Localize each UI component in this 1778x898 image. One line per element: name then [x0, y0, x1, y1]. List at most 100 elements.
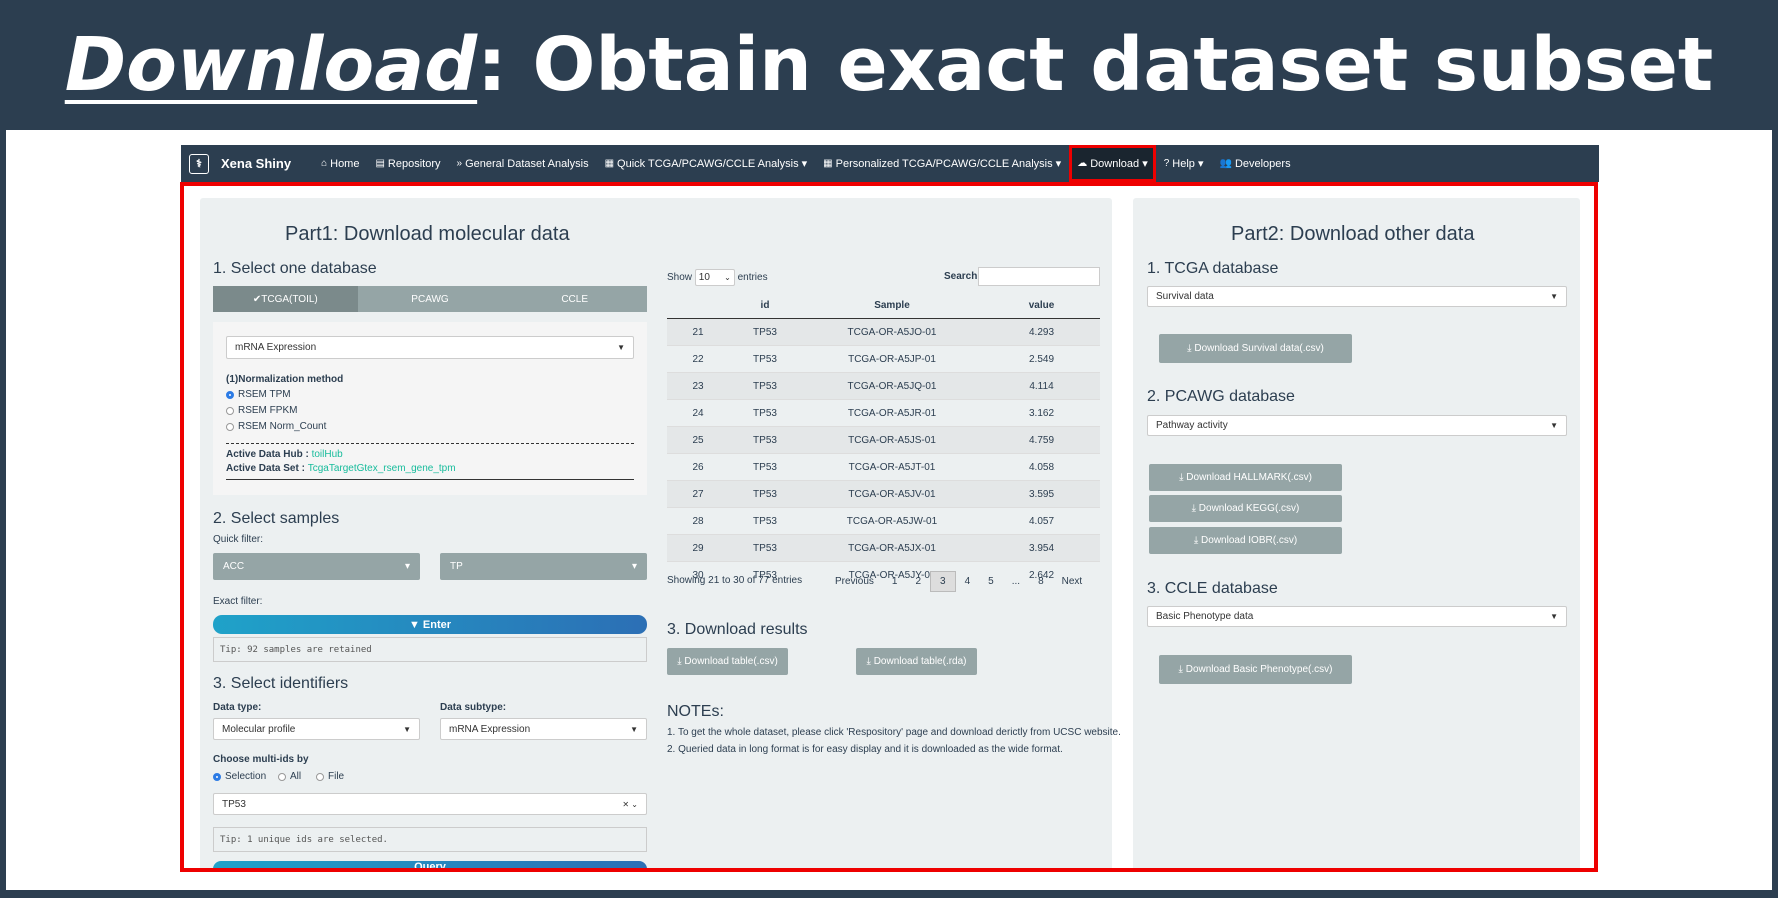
page-link[interactable]: Previous: [826, 576, 883, 587]
double-chevron-icon: »: [456, 158, 463, 169]
page-link[interactable]: 3: [930, 571, 956, 592]
table-row: 21 TP53 TCGA-OR-A5JO-01 4.293: [667, 318, 1100, 346]
ids-tip: Tip: 1 unique ids are selected.: [213, 827, 647, 852]
radio-selection[interactable]: Selection: [213, 771, 266, 782]
page-link[interactable]: 5: [979, 576, 1003, 587]
tcga-title: 1. TCGA database: [1147, 260, 1279, 277]
download-icon: ⤓: [1193, 535, 1199, 546]
radio-all[interactable]: All: [278, 771, 301, 782]
nav-download-label: Download ▾: [1090, 158, 1148, 170]
radio-rsem-tpm[interactable]: RSEM TPM: [226, 389, 291, 400]
nav-developers[interactable]: 👥 Developers: [1211, 145, 1298, 182]
nav-download[interactable]: ☁ Download ▾: [1069, 145, 1156, 182]
nav-home[interactable]: ⌂ Home: [313, 145, 367, 182]
filter-sample-type-value: TP: [450, 561, 463, 572]
tab-ccle[interactable]: CCLE: [502, 286, 647, 312]
page-link[interactable]: 8: [1029, 576, 1053, 587]
pcawg-select[interactable]: Pathway activity ▼: [1147, 415, 1567, 436]
identifier-data-subtype-select[interactable]: mRNA Expression ▼: [440, 718, 647, 740]
results-title: 3. Download results: [667, 621, 808, 638]
query-button[interactable]: Query: [213, 861, 647, 869]
download-rda-label: Download table(.rda): [873, 656, 967, 667]
page-link[interactable]: 1: [883, 576, 907, 587]
download-phenotype-button[interactable]: ⤓ Download Basic Phenotype(.csv): [1159, 655, 1352, 684]
slide-title-emphasis: Download: [64, 22, 478, 108]
column-header-value[interactable]: value: [983, 292, 1100, 319]
caret-down-icon: ▼: [630, 724, 638, 734]
radio-file[interactable]: File: [316, 771, 344, 782]
download-rda-button[interactable]: ⤓ Download table(.rda): [856, 648, 977, 675]
active-set-link[interactable]: TcgaTargetGtex_rsem_gene_tpm: [308, 463, 456, 474]
download-survival-button[interactable]: ⤓ Download Survival data(.csv): [1159, 334, 1352, 363]
page-link[interactable]: Next: [1053, 576, 1092, 587]
navbar-brand[interactable]: ⚕ Xena Shiny: [189, 153, 291, 174]
tab-tcga[interactable]: ✔TCGA(TOIL): [213, 286, 358, 312]
nav-help[interactable]: ? Help ▾: [1156, 145, 1212, 182]
download-kegg-button[interactable]: ⤓ Download KEGG(.csv): [1149, 495, 1342, 522]
chevron-down-icon: ⌄: [724, 273, 731, 282]
table-row: 28 TP53 TCGA-OR-A5JW-01 4.057: [667, 507, 1100, 535]
download-iobr-button[interactable]: ⤓ Download IOBR(.csv): [1149, 527, 1342, 554]
entries-select[interactable]: 10 ⌄: [694, 269, 735, 286]
column-header-id[interactable]: id: [729, 292, 801, 319]
filter-icon: ▼: [408, 618, 420, 631]
identifier-select-value: TP53: [222, 798, 246, 810]
download-survival-label: Download Survival data(.csv): [1194, 343, 1324, 354]
nav-general-analysis[interactable]: » General Dataset Analysis: [449, 145, 597, 182]
radio-checked-icon: [226, 390, 234, 399]
enter-button[interactable]: ▼ Enter: [213, 615, 647, 634]
nav-personalized-analysis[interactable]: ▦ Personalized TCGA/PCAWG/CCLE Analysis ▾: [815, 145, 1069, 182]
caret-down-icon: ▾: [404, 561, 410, 572]
download-kegg-label: Download KEGG(.csv): [1198, 503, 1300, 514]
caret-down-icon: ▼: [1550, 612, 1558, 621]
radio-label: All: [290, 771, 302, 782]
radio-rsem-fpkm[interactable]: RSEM FPKM: [226, 405, 297, 416]
radio-checked-icon: [213, 772, 221, 781]
ccle-select[interactable]: Basic Phenotype data ▼: [1147, 606, 1567, 627]
page-link[interactable]: ...: [1003, 576, 1029, 587]
table-cell: TP53: [729, 345, 801, 373]
table-cell: 4.293: [983, 318, 1100, 346]
radio-rsem-norm-count[interactable]: RSEM Norm_Count: [226, 421, 326, 432]
download-phenotype-label: Download Basic Phenotype(.csv): [1185, 664, 1333, 675]
download-hallmark-button[interactable]: ⤓ Download HALLMARK(.csv): [1149, 464, 1342, 491]
section3-title: 3. Select identifiers: [213, 675, 349, 692]
users-icon: 👥: [1219, 158, 1232, 169]
note-2: 2. Queried data in long format is for ea…: [667, 744, 1063, 755]
page-link[interactable]: 4: [956, 576, 980, 587]
slide-title: Download: Obtain exact dataset subset: [0, 0, 1778, 130]
tab-pcawg[interactable]: PCAWG: [358, 286, 503, 312]
search-input[interactable]: [978, 267, 1100, 286]
tcga-select[interactable]: Survival data ▼: [1147, 286, 1567, 307]
table-cell: 3.595: [983, 480, 1100, 508]
page-link[interactable]: 2: [906, 576, 930, 587]
identifier-select[interactable]: TP53 ✕ ⌄: [213, 793, 647, 815]
active-hub-link[interactable]: toilHub: [312, 449, 343, 460]
table-row: 23 TP53 TCGA-OR-A5JQ-01 4.114: [667, 372, 1100, 400]
table-cell: 2.549: [983, 345, 1100, 373]
table-cell: 22: [667, 345, 729, 373]
table-cell: TP53: [729, 453, 801, 481]
nav-repository[interactable]: ▤ Repository: [367, 145, 448, 182]
section1-title: 1. Select one database: [213, 260, 377, 277]
nav-quick-analysis[interactable]: ▦ Quick TCGA/PCAWG/CCLE Analysis ▾: [597, 145, 816, 182]
filter-cancer-value: ACC: [223, 561, 245, 572]
identifier-data-type-select[interactable]: Molecular profile ▼: [213, 718, 420, 740]
table-cell: TCGA-OR-A5JP-01: [801, 345, 983, 373]
filter-sample-type-select[interactable]: TP ▾: [440, 553, 647, 580]
table-cell: TP53: [729, 507, 801, 535]
samples-tip: Tip: 92 samples are retained: [213, 637, 647, 662]
table-cell: TCGA-OR-A5JT-01: [801, 453, 983, 481]
table-cell: TCGA-OR-A5JO-01: [801, 318, 983, 346]
part2-title: Part2: Download other data: [1231, 223, 1475, 245]
filter-cancer-select[interactable]: ACC ▾: [213, 553, 420, 580]
active-set-label: Active Data Set :: [226, 463, 305, 474]
clear-and-chevron-icon[interactable]: ✕ ⌄: [622, 800, 638, 809]
download-icon: ⤓: [1191, 503, 1197, 514]
solid-divider: [226, 479, 634, 480]
data-type-select[interactable]: mRNA Expression ▼: [226, 336, 634, 359]
identifier-data-subtype-value: mRNA Expression: [449, 723, 531, 735]
data-type-select-value: mRNA Expression: [235, 342, 317, 353]
download-csv-button[interactable]: ⤓ Download table(.csv): [667, 648, 788, 675]
column-header-sample[interactable]: Sample: [801, 292, 983, 319]
